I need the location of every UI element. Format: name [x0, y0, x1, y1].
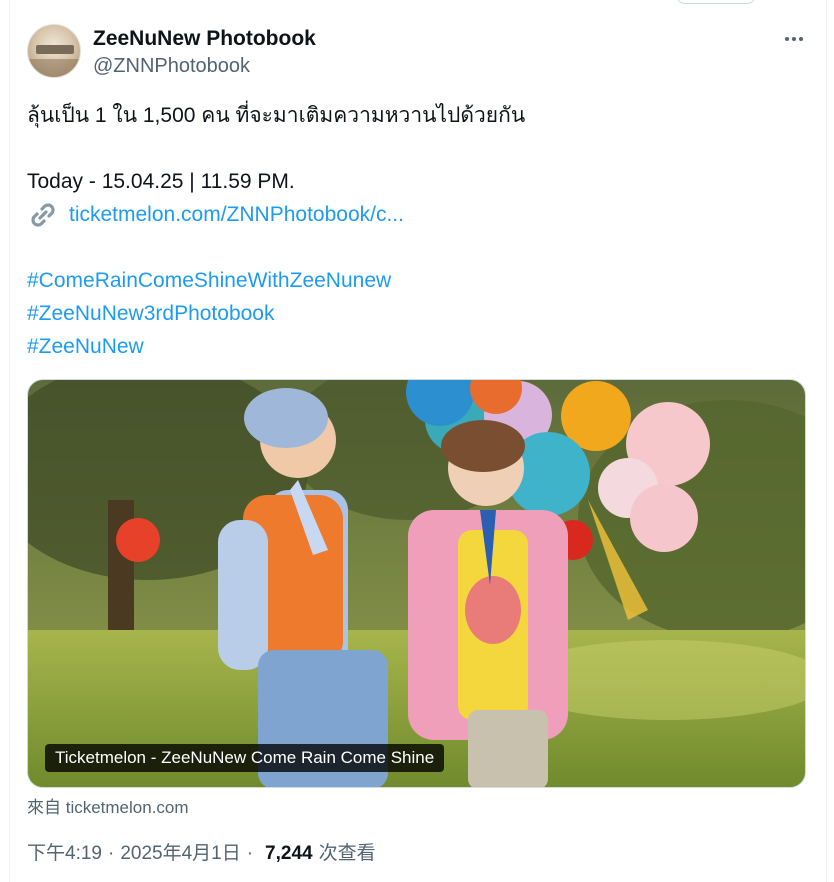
hashtag-link[interactable]: #ZeeNuNew3rdPhotobook	[27, 297, 275, 330]
separator-dot: ·	[246, 843, 254, 864]
hashtag-link[interactable]: #ComeRainComeShineWithZeeNunew	[27, 264, 391, 297]
tweet-header: ZeeNuNew Photobook @ZNNPhotobook	[27, 23, 807, 79]
hashtag-link[interactable]: #ZeeNuNew	[27, 330, 144, 363]
top-edge	[0, 0, 834, 6]
tweet-time[interactable]: 下午4:19	[27, 838, 102, 865]
tweet-text-line-2: Today - 15.04.25 | 11.59 PM.	[27, 170, 295, 193]
avatar-band	[36, 45, 74, 54]
right-border	[826, 0, 827, 882]
views-label: 次查看	[318, 843, 376, 864]
display-name[interactable]: ZeeNuNew Photobook	[93, 27, 316, 51]
link-preview-card[interactable]: Ticketmelon - ZeeNuNew Come Rain Come Sh…	[27, 379, 806, 788]
separator-dot: ·	[107, 843, 115, 864]
card-source[interactable]: 來自 ticketmelon.com	[27, 793, 189, 818]
tweet-text-line-1: ลุ้นเป็น 1 ใน 1,500 คน ที่จะมาเติมความหว…	[27, 104, 526, 127]
left-border	[9, 0, 10, 882]
user-handle[interactable]: @ZNNPhotobook	[93, 55, 250, 78]
previous-action-pill[interactable]	[676, 0, 756, 4]
tweet-meta: 下午4:19 · 2025年4月1日 · 7,244 次查看	[27, 838, 376, 865]
more-horizontal-icon[interactable]	[779, 25, 809, 53]
tweet-link-row: ticketmelon.com/ZNNPhotobook/c...	[27, 198, 404, 231]
tweet-date[interactable]: 2025年4月1日	[120, 838, 240, 865]
link-chain-icon	[27, 201, 59, 229]
avatar[interactable]	[27, 24, 81, 78]
card-title: Ticketmelon - ZeeNuNew Come Rain Come Sh…	[45, 744, 445, 772]
views-count: 7,244	[265, 843, 313, 864]
ticket-link[interactable]: ticketmelon.com/ZNNPhotobook/c...	[69, 198, 404, 231]
avatar-ground	[28, 59, 80, 77]
card-image	[28, 380, 805, 787]
